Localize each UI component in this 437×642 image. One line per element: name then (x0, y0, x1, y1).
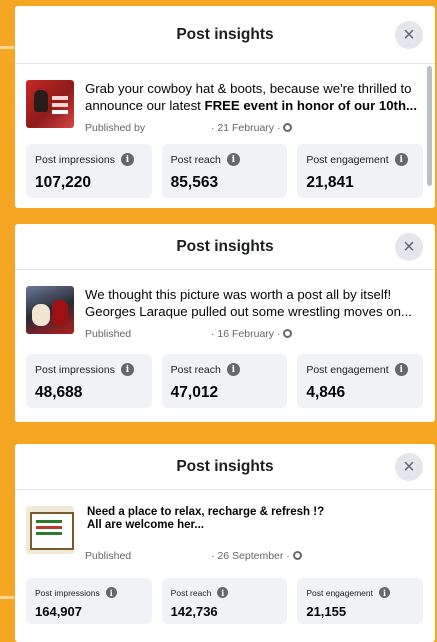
metric-post-engagement: Post engagement i 4,846 (297, 354, 424, 408)
post-preview[interactable]: Need a place to relax, recharge & refres… (15, 490, 435, 570)
post-text: We thought this picture was worth a post… (85, 286, 423, 320)
metric-post-reach: Post reach i 47,012 (161, 354, 288, 408)
metric-post-engagement: Post engagement i 21,155 (297, 578, 424, 624)
metric-label: Post impressions (35, 363, 115, 376)
post-thumbnail (26, 80, 74, 128)
post-text-line: All are welcome her... (87, 519, 204, 531)
close-icon: × (403, 455, 415, 478)
metric-label: Post engagement (306, 363, 389, 376)
metric-label: Post impressions (35, 587, 100, 598)
close-button[interactable]: × (395, 452, 423, 481)
info-icon[interactable]: i (217, 587, 229, 598)
metric-label: Post reach (170, 363, 221, 376)
globe-icon (292, 551, 302, 560)
metric-value: 164,907 (35, 604, 82, 619)
panel-header: Post insights × (15, 6, 435, 64)
info-icon[interactable]: i (394, 153, 408, 166)
published-label: Published (85, 328, 132, 340)
post-text-line: Need a place to relax, recharge & refres… (87, 506, 325, 518)
metric-label: Post reach (170, 587, 212, 598)
post-meta: Published by · 21 February · (85, 122, 423, 136)
post-preview[interactable]: We thought this picture was worth a post… (15, 270, 435, 350)
globe-icon (283, 329, 293, 338)
info-icon[interactable]: i (226, 153, 240, 166)
metric-value: 107,220 (35, 174, 92, 191)
metric-value: 48,688 (35, 384, 83, 401)
post-thumbnail (26, 286, 74, 334)
published-label: Published by (85, 122, 146, 134)
metrics-row: Post impressions i 48,688 Post reach i 47,… (26, 354, 424, 408)
post-text-bold-segment: FREE event in honor of our 10th... (204, 98, 417, 113)
post-insights-panel: Post insights × Need a place to relax, r… (15, 444, 435, 642)
globe-icon (283, 123, 293, 132)
info-icon[interactable]: i (226, 363, 240, 376)
post-text: Need a place to relax, recharge & refres… (87, 506, 423, 532)
metric-label: Post reach (170, 153, 221, 166)
date-text: · 21 February · (211, 122, 281, 134)
background-edge-line (0, 596, 14, 599)
info-icon[interactable]: i (105, 587, 117, 598)
post-preview[interactable]: Grab your cowboy hat & boots, because we… (15, 64, 435, 144)
post-date: · 21 February · (211, 122, 293, 134)
close-button[interactable]: × (395, 232, 423, 261)
post-date: · 26 September · (211, 550, 302, 562)
metric-label: Post engagement (306, 587, 373, 598)
metric-value: 142,736 (170, 604, 218, 619)
background-edge-line (0, 46, 14, 49)
info-icon[interactable]: i (120, 363, 134, 376)
metric-post-engagement: Post engagement i 21,841 (297, 144, 424, 198)
metrics-row: Post impressions i 164,907 Post reach i 14… (26, 578, 424, 624)
post-text-line: Grab your cowboy hat & boots, because we… (85, 81, 412, 96)
metric-value: 4,846 (306, 384, 346, 401)
panel-title: Post insights (176, 25, 274, 43)
info-icon[interactable]: i (378, 587, 390, 598)
post-text-line: We thought this picture was worth a post… (85, 287, 392, 302)
date-text: · 16 February · (211, 328, 281, 340)
metric-label: Post impressions (35, 153, 115, 166)
metric-post-reach: Post reach i 142,736 (161, 578, 288, 624)
published-label: Published (85, 550, 132, 562)
info-icon[interactable]: i (120, 153, 134, 166)
info-icon[interactable]: i (394, 363, 408, 376)
post-text-segment: announce our latest (85, 98, 205, 113)
panel-title: Post insights (176, 457, 274, 475)
panel-header: Post insights × (15, 444, 435, 490)
close-button[interactable]: × (395, 20, 423, 49)
close-icon: × (403, 23, 415, 46)
panel-title: Post insights (176, 237, 274, 255)
metric-post-impressions: Post impressions i 164,907 (26, 578, 152, 624)
metric-label: Post engagement (306, 153, 389, 166)
post-text-line: announce our latest FREE event in honor … (85, 97, 423, 114)
metric-value: 47,012 (170, 384, 219, 401)
metric-post-reach: Post reach i 85,563 (161, 144, 288, 198)
post-insights-panel: Post insights × Grab your cowboy hat & b… (15, 6, 435, 208)
panel-header: Post insights × (15, 224, 435, 270)
metrics-row: Post impressions i 107,220 Post reach i 85… (26, 144, 424, 198)
post-thumbnail (26, 506, 74, 554)
metric-post-impressions: Post impressions i 48,688 (26, 354, 152, 408)
post-text-line: Georges Laraque pulled out some wrestlin… (85, 304, 412, 319)
post-date: · 16 February · (211, 328, 293, 340)
metric-post-impressions: Post impressions i 107,220 (26, 144, 152, 198)
close-icon: × (403, 235, 415, 258)
date-text: · 26 September · (211, 550, 290, 562)
metric-value: 21,155 (306, 604, 347, 619)
metric-value: 21,841 (306, 174, 354, 191)
post-meta: Published · 26 September · (85, 550, 423, 564)
post-insights-panel: Post insights × We thought this picture … (15, 224, 435, 422)
post-meta: Published · 16 February · (85, 328, 423, 342)
post-text: Grab your cowboy hat & boots, because we… (85, 80, 423, 114)
metric-value: 85,563 (170, 174, 219, 191)
